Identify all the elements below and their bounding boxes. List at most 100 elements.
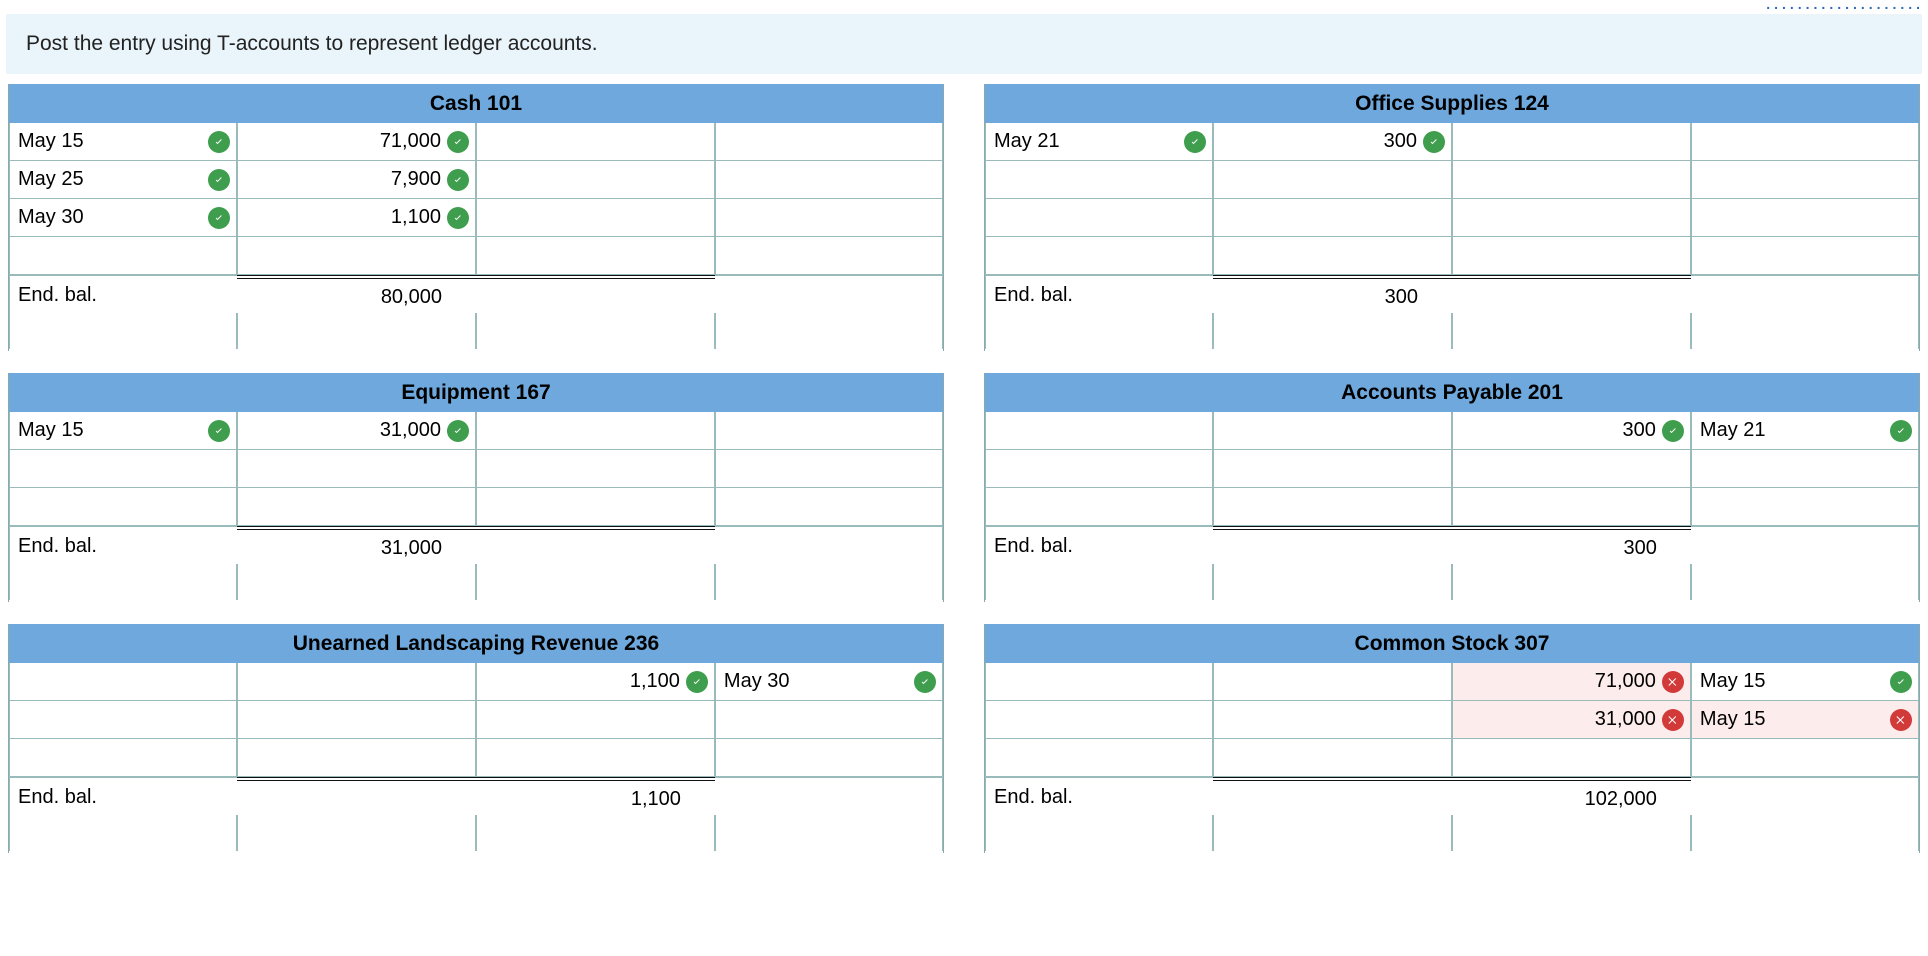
ledger-row: May 1531,000	[9, 412, 943, 450]
debit-date-input[interactable]: May 15	[9, 123, 237, 161]
credit-date-input[interactable]	[715, 739, 943, 777]
debit-date-input[interactable]	[985, 412, 1213, 450]
debit-date-input[interactable]	[9, 237, 237, 275]
ledger-row	[9, 450, 943, 488]
ledger-row: 71,000May 15	[985, 663, 1919, 701]
end-bal-blank	[715, 275, 943, 315]
debit-amount-input[interactable]	[1213, 161, 1452, 199]
debit-amount-input[interactable]	[1213, 488, 1452, 526]
debit-date-input[interactable]	[985, 488, 1213, 526]
debit-date-input[interactable]	[985, 701, 1213, 739]
credit-date-input[interactable]	[715, 199, 943, 237]
debit-amount-input[interactable]	[1213, 450, 1452, 488]
credit-date-input[interactable]	[1691, 161, 1919, 199]
debit-date-input[interactable]	[985, 450, 1213, 488]
credit-date-input[interactable]	[1691, 450, 1919, 488]
checkmark-icon	[1890, 420, 1912, 442]
credit-amount-input[interactable]	[476, 739, 715, 777]
credit-date-input[interactable]	[715, 488, 943, 526]
checkmark-icon	[914, 671, 936, 693]
debit-amount-input[interactable]	[237, 701, 476, 739]
debit-date-input[interactable]	[9, 488, 237, 526]
credit-date-input[interactable]	[715, 412, 943, 450]
credit-amount-input[interactable]	[476, 701, 715, 739]
debit-date-input[interactable]	[9, 701, 237, 739]
account-title: Common Stock 307	[985, 624, 1919, 663]
ledger-row	[985, 450, 1919, 488]
ledger-row	[9, 237, 943, 275]
credit-date-input[interactable]: May 15	[1691, 663, 1919, 701]
debit-date-input[interactable]: May 30	[9, 199, 237, 237]
debit-amount-input[interactable]: 1,100	[237, 199, 476, 237]
end-bal-debit	[1213, 777, 1452, 817]
spacer-row	[985, 313, 1919, 351]
debit-amount-input[interactable]	[237, 488, 476, 526]
debit-amount-input[interactable]: 7,900	[237, 161, 476, 199]
credit-amount-input[interactable]	[1452, 123, 1691, 161]
end-bal-debit: 31,000	[237, 526, 476, 566]
debit-date-input[interactable]	[985, 161, 1213, 199]
debit-amount-input[interactable]	[237, 739, 476, 777]
credit-amount-input[interactable]: 71,000	[1452, 663, 1691, 701]
credit-date-input[interactable]	[715, 450, 943, 488]
checkmark-icon	[447, 207, 469, 229]
debit-date-input[interactable]	[9, 663, 237, 701]
debit-date-input[interactable]	[9, 739, 237, 777]
credit-amount-input[interactable]	[476, 450, 715, 488]
credit-amount-input[interactable]	[476, 161, 715, 199]
credit-amount-input[interactable]: 1,100	[476, 663, 715, 701]
credit-date-input[interactable]	[1691, 488, 1919, 526]
credit-amount-input[interactable]	[476, 488, 715, 526]
debit-amount-input[interactable]: 71,000	[237, 123, 476, 161]
debit-amount-input[interactable]	[1213, 412, 1452, 450]
debit-date-input[interactable]	[985, 237, 1213, 275]
debit-date-input[interactable]: May 21	[985, 123, 1213, 161]
debit-amount-input[interactable]	[1213, 739, 1452, 777]
credit-amount-input[interactable]	[476, 123, 715, 161]
debit-amount-input[interactable]	[1213, 701, 1452, 739]
debit-date-input[interactable]	[985, 663, 1213, 701]
credit-date-input[interactable]	[715, 123, 943, 161]
credit-amount-input[interactable]	[476, 412, 715, 450]
debit-amount-input[interactable]: 300	[1213, 123, 1452, 161]
credit-date-input[interactable]	[1691, 123, 1919, 161]
debit-amount-input[interactable]	[237, 450, 476, 488]
ledger-row: May 257,900	[9, 161, 943, 199]
debit-amount-input[interactable]	[1213, 237, 1452, 275]
credit-date-input[interactable]	[715, 237, 943, 275]
debit-amount-input[interactable]	[1213, 199, 1452, 237]
debit-amount-input[interactable]: 31,000	[237, 412, 476, 450]
debit-date-input[interactable]	[9, 450, 237, 488]
credit-amount-input[interactable]: 31,000	[1452, 701, 1691, 739]
credit-amount-input[interactable]	[476, 237, 715, 275]
ending-balance-row: End. bal.80,000	[9, 275, 943, 313]
debit-amount-input[interactable]	[237, 663, 476, 701]
credit-amount-input[interactable]	[1452, 488, 1691, 526]
debit-date-input[interactable]: May 25	[9, 161, 237, 199]
credit-amount-input[interactable]: 300	[1452, 412, 1691, 450]
ending-balance-row: End. bal.31,000	[9, 526, 943, 564]
t-account: Unearned Landscaping Revenue 2361,100May…	[8, 624, 944, 853]
credit-date-input[interactable]	[715, 161, 943, 199]
debit-date-input[interactable]	[985, 739, 1213, 777]
end-bal-debit: 80,000	[237, 275, 476, 315]
credit-date-input[interactable]	[1691, 237, 1919, 275]
debit-amount-input[interactable]	[1213, 663, 1452, 701]
debit-amount-input[interactable]	[237, 237, 476, 275]
ledger-row	[985, 739, 1919, 777]
credit-amount-input[interactable]	[476, 199, 715, 237]
credit-date-input[interactable]	[1691, 739, 1919, 777]
debit-date-input[interactable]	[985, 199, 1213, 237]
credit-date-input[interactable]	[1691, 199, 1919, 237]
credit-amount-input[interactable]	[1452, 739, 1691, 777]
debit-date-input[interactable]: May 15	[9, 412, 237, 450]
credit-date-input[interactable]	[715, 701, 943, 739]
credit-date-input[interactable]: May 30	[715, 663, 943, 701]
t-account: Common Stock 30771,000May 1531,000May 15…	[984, 624, 1920, 853]
credit-amount-input[interactable]	[1452, 450, 1691, 488]
credit-date-input[interactable]: May 15	[1691, 701, 1919, 739]
credit-amount-input[interactable]	[1452, 161, 1691, 199]
credit-amount-input[interactable]	[1452, 237, 1691, 275]
credit-date-input[interactable]: May 21	[1691, 412, 1919, 450]
credit-amount-input[interactable]	[1452, 199, 1691, 237]
